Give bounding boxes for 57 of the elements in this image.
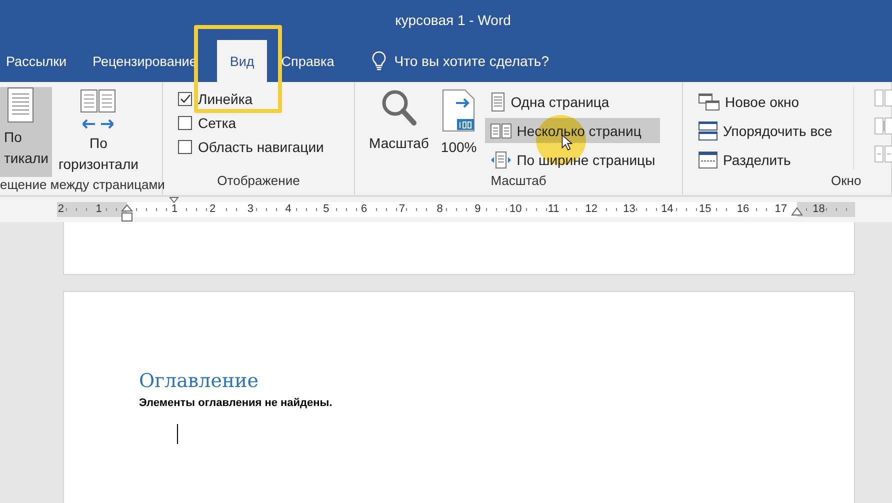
view-button[interactable]: По горизонтали bbox=[54, 87, 142, 177]
windows-icon[interactable] bbox=[698, 92, 720, 110]
window-title: курсовая 1 - Word bbox=[395, 12, 511, 28]
ruler-number: 12 bbox=[584, 203, 599, 215]
ruler-number: 7 bbox=[398, 203, 406, 215]
ruler[interactable]: 2 1 1 2 3 4 5 6 7 8 9 10 11 12 13 14 15 16 17 18 bbox=[57, 202, 855, 217]
ruler-number: 18 bbox=[812, 203, 826, 215]
ruler-number: 13 bbox=[622, 203, 636, 215]
ruler-number: 2 bbox=[57, 203, 65, 215]
split-window-icon[interactable] bbox=[698, 150, 718, 168]
ruler-number: 1 bbox=[170, 203, 179, 215]
ruler-number: 8 bbox=[436, 203, 444, 215]
ruler-number: 11 bbox=[546, 203, 560, 215]
checkbox-label[interactable]: Сетка bbox=[198, 115, 236, 131]
ruler-number: 15 bbox=[698, 203, 712, 215]
view-button[interactable]: По тикали bbox=[0, 87, 52, 177]
right-indent-marker[interactable] bbox=[791, 207, 803, 216]
ruler-number: 9 bbox=[474, 203, 482, 215]
ruler-number: 1 bbox=[94, 203, 103, 215]
window-option[interactable]: Новое окно bbox=[693, 89, 838, 114]
ruler-number: 17 bbox=[774, 203, 788, 215]
view-option[interactable]: Одна страница bbox=[484, 89, 660, 114]
page-width-icon[interactable] bbox=[490, 150, 512, 168]
ruler-number: 16 bbox=[736, 203, 750, 215]
ruler-number: 14 bbox=[660, 203, 674, 215]
window-option[interactable]: Упорядочить все bbox=[693, 118, 838, 143]
ruler-number: 10 bbox=[508, 203, 523, 215]
stacked-windows-icon[interactable] bbox=[698, 120, 718, 140]
heading: Оглавление bbox=[139, 370, 260, 392]
checkbox[interactable] bbox=[178, 116, 192, 130]
two-pages-icon[interactable] bbox=[490, 122, 512, 138]
ruler-number: 2 bbox=[208, 203, 217, 215]
checkbox[interactable] bbox=[178, 92, 192, 106]
tell-me-search[interactable]: Что вы хотите сделать? bbox=[394, 53, 550, 69]
ribbon-tab[interactable]: Вид bbox=[216, 40, 268, 82]
ruler-number: 5 bbox=[322, 203, 330, 215]
group-label: Отображение bbox=[216, 173, 301, 190]
checkbox[interactable] bbox=[178, 140, 192, 154]
zoom-button[interactable]: Масштаб bbox=[365, 87, 433, 173]
zoom-button[interactable]: 100% bbox=[436, 87, 481, 173]
page-100-icon[interactable] bbox=[442, 89, 476, 133]
group-label: Масштаб bbox=[490, 173, 548, 190]
checkbox-label[interactable]: Область навигации bbox=[198, 139, 324, 155]
ribbon-tab[interactable]: Рецензирование bbox=[86, 40, 203, 82]
lightbulb-icon[interactable] bbox=[372, 51, 386, 71]
page-icon[interactable] bbox=[490, 92, 506, 112]
ribbon-tab[interactable]: Справка bbox=[275, 40, 340, 82]
group-label: Окно bbox=[830, 173, 862, 190]
group-label: ещение между страницами bbox=[0, 177, 162, 194]
text-cursor bbox=[177, 424, 178, 444]
checkbox-label[interactable]: Линейка bbox=[198, 91, 253, 107]
ruler-number: 3 bbox=[246, 203, 254, 215]
ribbon-tab[interactable]: Рассылки bbox=[0, 40, 73, 82]
ruler-number: 6 bbox=[360, 203, 368, 215]
window-option[interactable]: Разделить bbox=[693, 147, 838, 172]
ruler-number: 4 bbox=[284, 203, 292, 215]
paragraph: Элементы оглавления не найдены. bbox=[139, 397, 334, 409]
